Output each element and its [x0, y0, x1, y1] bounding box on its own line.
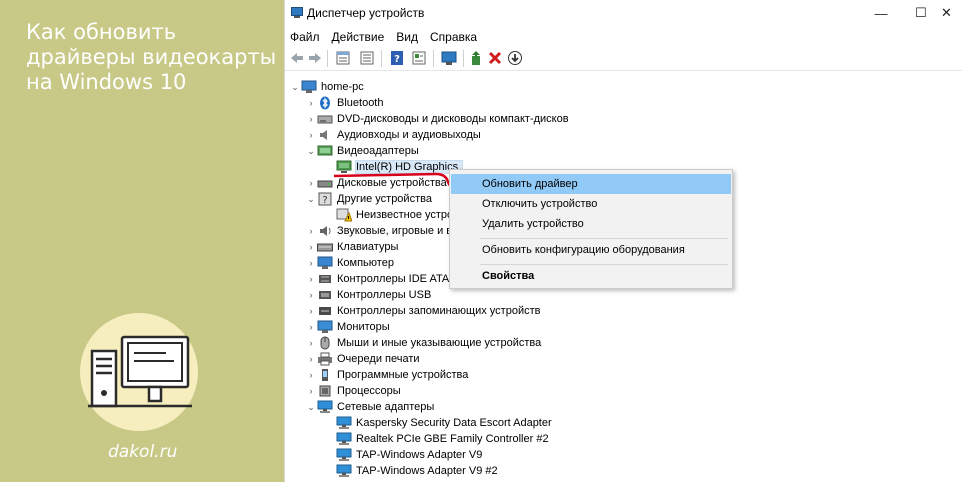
- context-disable-device[interactable]: Отключить устройство: [451, 194, 731, 214]
- context-separator: [480, 264, 728, 265]
- context-properties[interactable]: Свойства: [451, 266, 731, 286]
- context-menu: Обновить драйвер Отключить устройство Уд…: [449, 169, 733, 289]
- context-update-driver[interactable]: Обновить драйвер: [451, 174, 731, 194]
- context-separator: [480, 238, 728, 239]
- context-uninstall-device[interactable]: Удалить устройство: [451, 214, 731, 234]
- context-scan-hardware[interactable]: Обновить конфигурацию оборудования: [451, 240, 731, 260]
